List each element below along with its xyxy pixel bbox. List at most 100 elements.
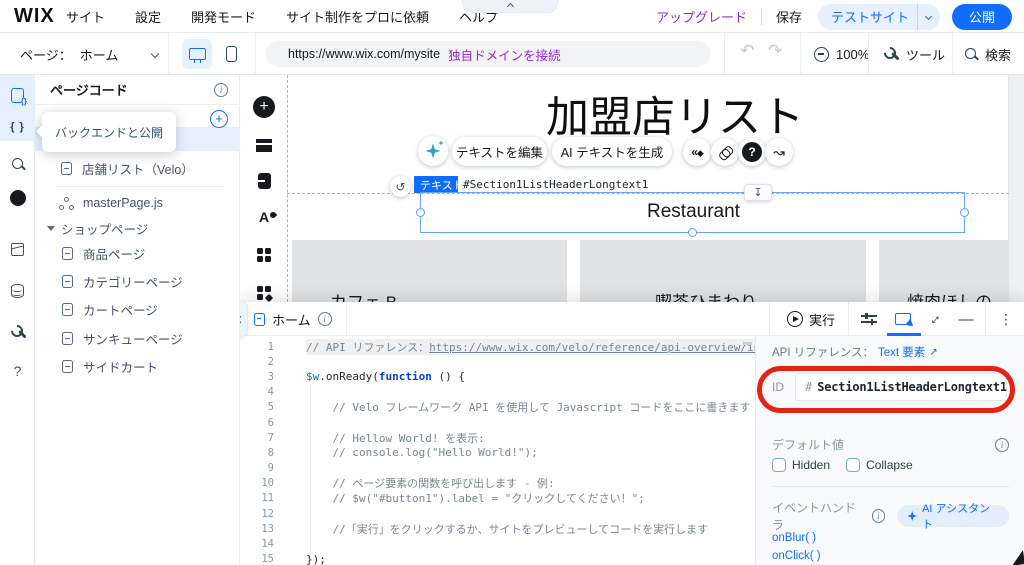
minimize-panel-button[interactable]: — xyxy=(952,302,980,336)
code-line[interactable]: 13 //「実行」をクリックするか、サイトをプレビューしてコードを実行します xyxy=(240,521,755,536)
tab-home[interactable]: ホーム i xyxy=(240,302,347,336)
help-circle-button[interactable]: ? xyxy=(738,138,766,166)
collapsed-panel-pill[interactable] xyxy=(462,0,558,13)
id-input[interactable]: # Section1ListHeaderLongtext1 xyxy=(795,373,1007,401)
connect-domain-link[interactable]: 独自ドメインを接続 xyxy=(448,45,561,64)
code-line[interactable]: 5 // Velo フレームワーク API を使用して Javascript コ… xyxy=(240,400,755,415)
menu-settings[interactable]: 設定 xyxy=(135,7,161,26)
code-line[interactable]: 4 xyxy=(240,385,755,400)
code-line[interactable]: 3 $w.onReady(function () { xyxy=(240,369,755,384)
site-design-button[interactable]: A xyxy=(252,205,278,229)
tree-item-side-cart[interactable]: サイドカート xyxy=(35,353,240,379)
tree-group-shop-pages[interactable]: ショップページ xyxy=(35,215,240,241)
code-line[interactable]: 14 xyxy=(240,536,755,551)
code-line[interactable]: 9 xyxy=(240,461,755,476)
database-button[interactable] xyxy=(0,279,35,303)
generate-ai-text-button[interactable]: AI テキストを生成 xyxy=(552,137,672,166)
wix-logo[interactable]: WIX xyxy=(14,5,55,28)
tree-item-store-list[interactable]: 店舗リスト（Velo） xyxy=(35,155,240,181)
code-line[interactable]: 10 // ページ要素の関数を呼び出します - 例: xyxy=(240,476,755,491)
redo-button[interactable]: ↷ xyxy=(768,41,782,61)
upgrade-link[interactable]: アップグレード xyxy=(656,7,747,26)
api-reference-link[interactable]: Text 要素 xyxy=(878,344,925,360)
monitor-icon xyxy=(188,48,206,63)
code-line[interactable]: 6 xyxy=(240,415,755,430)
code-line[interactable]: 15}); xyxy=(240,552,755,565)
run-button[interactable]: 実行 xyxy=(778,302,844,336)
site-url-bar[interactable]: https://www.wix.com/mysite 独自ドメインを接続 xyxy=(266,41,710,67)
code-editor[interactable]: 1 // API リファレンス：https://www.wix.com/velo/… xyxy=(240,336,755,565)
selected-text[interactable]: Restaurant xyxy=(421,201,966,223)
event-onblur[interactable]: onBlur( ) xyxy=(772,532,816,544)
ai-sparkle-button[interactable] xyxy=(418,136,448,166)
zoom-out-icon[interactable] xyxy=(814,46,829,62)
help-button[interactable]: ? xyxy=(0,359,35,383)
tools-button[interactable]: ツール xyxy=(884,33,945,75)
page-elements-button[interactable] xyxy=(252,169,276,193)
add-element-button[interactable]: + xyxy=(252,95,276,119)
search-button[interactable]: 検索 xyxy=(964,33,1011,75)
github-button[interactable] xyxy=(0,186,35,210)
menu-hire-pro[interactable]: サイト制作をプロに依頼 xyxy=(286,7,429,26)
wrench-icon xyxy=(884,47,898,61)
tree-item-product-page[interactable]: 商品ページ xyxy=(35,240,240,266)
mobile-view-button[interactable] xyxy=(216,39,246,69)
dev-tools-button[interactable] xyxy=(0,320,35,344)
code-line[interactable]: 1 // API リファレンス：https://www.wix.com/velo/… xyxy=(240,338,755,355)
info-icon[interactable]: i xyxy=(871,509,886,523)
expand-panel-button[interactable]: ↕ xyxy=(922,302,950,336)
undo-button[interactable]: ↶ xyxy=(740,41,754,61)
event-onclick[interactable]: onClick( ) xyxy=(772,550,821,562)
kebab-menu-icon: ⋮ xyxy=(999,310,1013,327)
link-button[interactable] xyxy=(711,138,739,166)
ai-assistant-button[interactable]: AI アシスタント xyxy=(897,503,1009,531)
app-market-button[interactable] xyxy=(252,243,276,267)
tree-item-label: サンキューページ xyxy=(83,332,183,347)
zoom-control[interactable]: 100% xyxy=(814,33,869,75)
info-icon[interactable]: i xyxy=(214,82,228,97)
edit-text-button[interactable]: テキストを編集 xyxy=(452,137,547,166)
stretch-button[interactable]: ↧ xyxy=(744,184,772,201)
publish-button[interactable]: 公開 xyxy=(951,3,1012,30)
info-icon[interactable]: i xyxy=(995,437,1009,452)
code-line[interactable]: 12 xyxy=(240,506,755,521)
properties-toggle-button[interactable] xyxy=(854,302,884,336)
menu-dev-mode[interactable]: 開発モード xyxy=(191,7,256,26)
add-page-button[interactable]: + xyxy=(210,110,228,128)
code-line[interactable]: 8 // console.log("Hello World!"); xyxy=(240,445,755,460)
store-card[interactable]: 喫茶ひまわり xyxy=(580,240,866,312)
animation-button[interactable]: «◆ xyxy=(683,138,711,166)
info-icon[interactable]: i xyxy=(317,312,332,326)
ai-assistant-label: AI アシスタント xyxy=(922,503,991,531)
element-select-mode-button[interactable] xyxy=(888,302,918,336)
code-line[interactable]: 2 xyxy=(240,354,755,369)
collapse-checkbox[interactable]: Collapse xyxy=(846,458,913,472)
tree-item-cart-page[interactable]: カートページ xyxy=(35,296,240,322)
packages-button[interactable] xyxy=(0,237,35,261)
save-button[interactable]: 保存 xyxy=(776,7,802,26)
desktop-view-button[interactable] xyxy=(182,39,212,69)
rotate-handle[interactable]: ↺ xyxy=(390,176,411,197)
divider xyxy=(255,33,256,75)
tree-item-category-page[interactable]: カテゴリーページ xyxy=(35,268,240,294)
code-line[interactable]: 11 // $w("#button1").label = "クリックしてください… xyxy=(240,491,755,506)
hidden-checkbox[interactable]: Hidden xyxy=(772,458,830,472)
selected-text-element[interactable]: Restaurant xyxy=(416,192,969,237)
chevron-down-icon[interactable] xyxy=(924,12,933,21)
connect-data-button[interactable]: ↝ xyxy=(765,138,793,166)
store-card[interactable]: カフェ B xyxy=(292,240,567,312)
resize-handle-bottom[interactable] xyxy=(688,228,697,237)
page-selector[interactable]: ページ： ホーム xyxy=(20,33,160,75)
test-site-button[interactable]: テストサイト xyxy=(817,3,940,30)
tree-item-thankyou-page[interactable]: サンキューページ xyxy=(35,325,240,351)
page-heading[interactable]: 加盟店リスト xyxy=(530,83,820,145)
store-card[interactable]: 焼肉ほしの xyxy=(879,240,1008,312)
menu-site[interactable]: サイト xyxy=(66,7,105,26)
code-files-button[interactable]: { } xyxy=(0,115,35,139)
page-code-panel-button[interactable]: {} xyxy=(0,83,35,107)
more-options-button[interactable]: ⋮ xyxy=(992,302,1020,336)
add-section-button[interactable] xyxy=(252,133,276,157)
code-line[interactable]: 7 // Hellow World! を表示: xyxy=(240,430,755,445)
code-search-button[interactable] xyxy=(0,152,35,176)
tree-item-masterpage[interactable]: masterPage.js xyxy=(35,190,240,216)
